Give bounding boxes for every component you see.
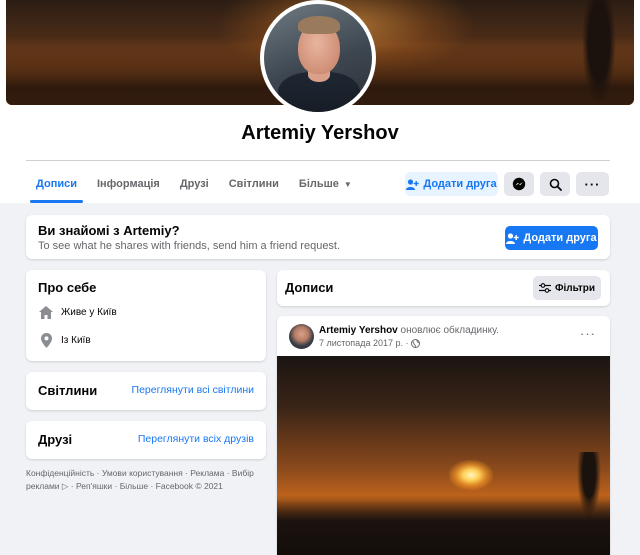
- photos-title: Світлини: [38, 383, 98, 398]
- tab-posts[interactable]: Дописи: [26, 163, 87, 205]
- home-icon: [38, 306, 54, 319]
- about-from-text: Із Київ: [61, 335, 91, 346]
- about-lives-row: Живе у Київ: [38, 306, 117, 319]
- post-author-avatar[interactable]: [289, 324, 314, 349]
- footer-links[interactable]: Конфіденційність · Умови користування · …: [26, 467, 266, 493]
- about-card: Про себе Живе у Київ Із Київ: [26, 270, 266, 361]
- friends-title: Друзі: [38, 432, 73, 447]
- tab-friends[interactable]: Друзі: [170, 163, 219, 205]
- filter-sliders-icon: [538, 283, 551, 293]
- caret-down-icon: ▼: [343, 179, 352, 189]
- about-title: Про себе: [38, 280, 97, 295]
- post-photo-sun: [449, 460, 493, 490]
- location-pin-icon: [38, 333, 54, 348]
- tab-more[interactable]: Більше ▼: [289, 163, 362, 205]
- filters-label: Фільтри: [554, 282, 596, 294]
- globe-icon: [411, 338, 421, 348]
- add-friend-primary-label: Додати друга: [523, 232, 597, 244]
- see-all-photos-link[interactable]: Переглянути всі світлини: [132, 384, 254, 396]
- add-friend-button[interactable]: Додати друга: [405, 172, 498, 196]
- post-menu-button[interactable]: ···: [580, 326, 596, 341]
- tab-photos[interactable]: Світлини: [219, 163, 289, 205]
- add-friend-label: Додати друга: [423, 178, 497, 190]
- post-cover-photo[interactable]: [277, 356, 610, 555]
- post-card: Artemiy Yershov оновлює обкладинку. 7 ли…: [277, 316, 610, 555]
- friend-request-title: Ви знайомі з Artemiy?: [38, 223, 180, 238]
- avatar-photo: [264, 4, 372, 112]
- post-photo-tree: [576, 452, 602, 522]
- post-photo-ground: [277, 495, 610, 555]
- friend-request-subtitle: To see what he shares with friends, send…: [38, 240, 341, 252]
- friends-card: Друзі Переглянути всіх друзів: [26, 421, 266, 459]
- add-friend-icon: [506, 232, 520, 244]
- cover-tree: [582, 0, 616, 105]
- message-button[interactable]: [504, 172, 534, 196]
- messenger-icon: [512, 177, 526, 191]
- add-friend-icon: [406, 178, 420, 190]
- profile-tabs: Дописи Інформація Друзі Світлини Більше …: [26, 163, 362, 205]
- photos-card: Світлини Переглянути всі світлини: [26, 372, 266, 410]
- profile-name: Artemiy Yershov: [241, 122, 399, 144]
- avatar-hair: [298, 16, 340, 34]
- see-all-friends-link[interactable]: Переглянути всіх друзів: [138, 433, 254, 445]
- search-button[interactable]: [540, 172, 570, 196]
- profile-avatar[interactable]: [260, 0, 376, 116]
- post-meta: 7 листопада 2017 р. ·: [319, 338, 421, 348]
- tab-info[interactable]: Інформація: [87, 163, 170, 205]
- posts-title: Дописи: [285, 280, 334, 295]
- add-friend-primary-button[interactable]: Додати друга: [505, 226, 598, 250]
- more-options-button[interactable]: ···: [576, 172, 609, 196]
- about-from-row: Із Київ: [38, 333, 91, 348]
- post-action-text: оновлює обкладинку.: [400, 325, 499, 336]
- search-icon: [549, 178, 562, 191]
- post-headline: Artemiy Yershov оновлює обкладинку.: [319, 325, 499, 336]
- post-date[interactable]: 7 листопада 2017 р. ·: [319, 338, 408, 348]
- about-lives-text: Живе у Київ: [61, 307, 117, 318]
- tab-more-label: Більше: [298, 178, 339, 190]
- filters-button[interactable]: Фільтри: [533, 276, 601, 300]
- post-author-name[interactable]: Artemiy Yershov: [319, 325, 398, 336]
- header-divider: [26, 160, 610, 161]
